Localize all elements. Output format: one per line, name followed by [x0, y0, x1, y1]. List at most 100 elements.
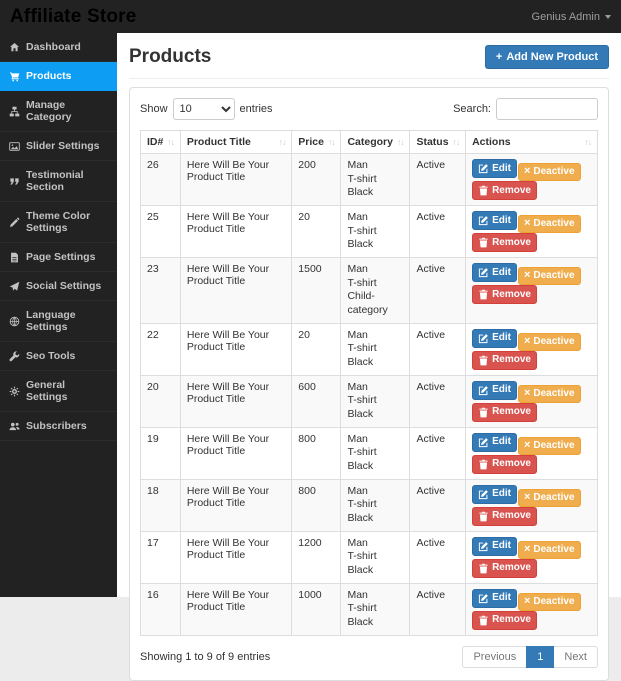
sidebar-item-slider-settings[interactable]: Slider Settings	[0, 132, 117, 161]
edit-icon	[478, 593, 489, 604]
search-input[interactable]	[496, 98, 598, 120]
quote-icon	[8, 176, 20, 187]
remove-button[interactable]: Remove	[472, 558, 537, 578]
sidebar-item-page-settings[interactable]: Page Settings	[0, 243, 117, 272]
column-header-actions[interactable]: Actions	[465, 130, 598, 154]
cell-id: 18	[140, 478, 181, 532]
category-line: T-shirt	[347, 498, 377, 511]
x-icon: ×	[523, 386, 531, 399]
edit-button[interactable]: Edit	[472, 263, 517, 282]
cell-product-title: Here Will Be Your Product Title	[179, 582, 293, 636]
edit-button[interactable]: Edit	[472, 432, 517, 452]
column-header-category[interactable]: Category	[340, 130, 411, 154]
column-header-status[interactable]: Status	[409, 130, 467, 154]
sitemap-icon	[8, 106, 20, 117]
x-icon: ×	[523, 594, 531, 607]
x-icon: ×	[523, 269, 531, 281]
sidebar-item-general-settings[interactable]: General Settings	[0, 371, 117, 412]
table-row: 26 Here Will Be Your Product Title 200 Man T…	[140, 153, 598, 206]
page-length-select[interactable]: 10	[172, 98, 235, 120]
category-line: Black	[347, 459, 374, 472]
deactive-button[interactable]: × Deactive	[517, 267, 581, 285]
edit-button-label: Edit	[492, 592, 511, 604]
deactive-button[interactable]: × Deactive	[517, 215, 581, 233]
edit-button[interactable]: Edit	[472, 159, 517, 178]
cell-category: Man T-shirt Black	[340, 322, 411, 376]
remove-button[interactable]: Remove	[472, 350, 537, 370]
category-line: T-shirt	[347, 602, 377, 615]
category-line: Black	[347, 355, 374, 368]
cell-status: Active	[409, 530, 467, 584]
column-header-product-title[interactable]: Product Title	[179, 130, 293, 154]
pagination-previous[interactable]: Previous	[462, 645, 528, 668]
deactive-button-label: Deactive	[533, 335, 575, 347]
category-line: Man	[347, 588, 368, 601]
entries-info: Showing 1 to 9 of 9 entries	[140, 650, 271, 663]
remove-button[interactable]: Remove	[472, 454, 537, 474]
deactive-button[interactable]: × Deactive	[517, 488, 581, 507]
wrench-icon	[8, 350, 20, 362]
remove-button[interactable]: Remove	[472, 285, 537, 304]
sidebar-item-manage-category[interactable]: Manage Category	[0, 91, 117, 132]
pagination-1[interactable]: 1	[526, 645, 555, 668]
page-title: Products	[129, 46, 212, 67]
category-line: Black	[347, 407, 374, 420]
category-line: Man	[347, 328, 368, 341]
deactive-button[interactable]: × Deactive	[517, 384, 581, 403]
sidebar-item-products[interactable]: Products	[0, 62, 117, 91]
pagination-next[interactable]: Next	[553, 645, 598, 668]
edit-button-label: Edit	[492, 488, 511, 500]
sidebar-item-social-settings[interactable]: Social Settings	[0, 272, 117, 301]
deactive-button[interactable]: × Deactive	[517, 163, 581, 181]
sidebar-item-label: Dashboard	[26, 41, 81, 53]
show-label: Show	[140, 103, 168, 115]
sidebar-item-label: Seo Tools	[26, 350, 76, 362]
edit-button[interactable]: Edit	[472, 211, 517, 230]
page-header: Products + Add New Product	[129, 45, 609, 69]
category-line: Child-category	[347, 290, 388, 316]
remove-button[interactable]: Remove	[472, 233, 537, 252]
category-line: Man	[347, 484, 368, 497]
edit-button[interactable]: Edit	[472, 484, 517, 504]
deactive-button[interactable]: × Deactive	[517, 332, 581, 351]
sidebar-item-subscribers[interactable]: Subscribers	[0, 412, 117, 441]
sidebar-item-label: Language Settings	[26, 309, 76, 333]
column-header-price[interactable]: Price	[291, 130, 342, 154]
deactive-button[interactable]: × Deactive	[517, 592, 581, 611]
products-panel: Show 10 entries Search: ID#Product	[129, 87, 609, 681]
deactive-button[interactable]: × Deactive	[517, 540, 581, 559]
remove-button[interactable]: Remove	[472, 181, 537, 200]
sidebar-item-language-settings[interactable]: Language Settings	[0, 301, 117, 342]
cell-product-title: Here Will Be Your Product Title	[179, 322, 293, 376]
edit-button[interactable]: Edit	[472, 380, 517, 400]
sidebar-item-theme-color-settings[interactable]: Theme Color Settings	[0, 202, 117, 243]
sidebar-item-dashboard[interactable]: Dashboard	[0, 33, 117, 62]
edit-button[interactable]: Edit	[472, 536, 517, 556]
cell-product-title: Here Will Be Your Product Title	[179, 374, 293, 428]
app-brand[interactable]: Affiliate Store	[10, 6, 137, 28]
sidebar-item-testimonial-section[interactable]: Testimonial Section	[0, 161, 117, 202]
remove-button[interactable]: Remove	[472, 506, 537, 526]
content-area: Products + Add New Product Show 10 entri…	[117, 33, 621, 681]
cell-id: 16	[140, 582, 181, 636]
column-header-label: Product Title	[186, 136, 251, 148]
main-wrapper: Dashboard Products Manage Category Slider S…	[0, 33, 621, 681]
remove-button[interactable]: Remove	[472, 402, 537, 422]
x-icon: ×	[523, 217, 531, 229]
edit-button[interactable]: Edit	[472, 588, 517, 608]
edit-button-label: Edit	[492, 384, 511, 396]
sidebar-item-seo-tools[interactable]: Seo Tools	[0, 342, 117, 371]
column-header-id#[interactable]: ID#	[140, 130, 181, 154]
cell-status: Active	[409, 374, 467, 428]
column-header-label: Price	[298, 136, 324, 148]
cell-actions: Edit × Deactive Remove	[465, 257, 598, 324]
edit-button[interactable]: Edit	[472, 328, 517, 348]
paper-plane-icon	[8, 281, 20, 292]
user-menu[interactable]: Genius Admin	[532, 11, 611, 23]
category-line: T-shirt	[347, 172, 377, 185]
cell-status: Active	[409, 257, 467, 324]
remove-button-label: Remove	[492, 288, 531, 300]
remove-button[interactable]: Remove	[472, 610, 537, 630]
deactive-button[interactable]: × Deactive	[517, 436, 581, 455]
add-new-product-button[interactable]: + Add New Product	[484, 45, 609, 69]
